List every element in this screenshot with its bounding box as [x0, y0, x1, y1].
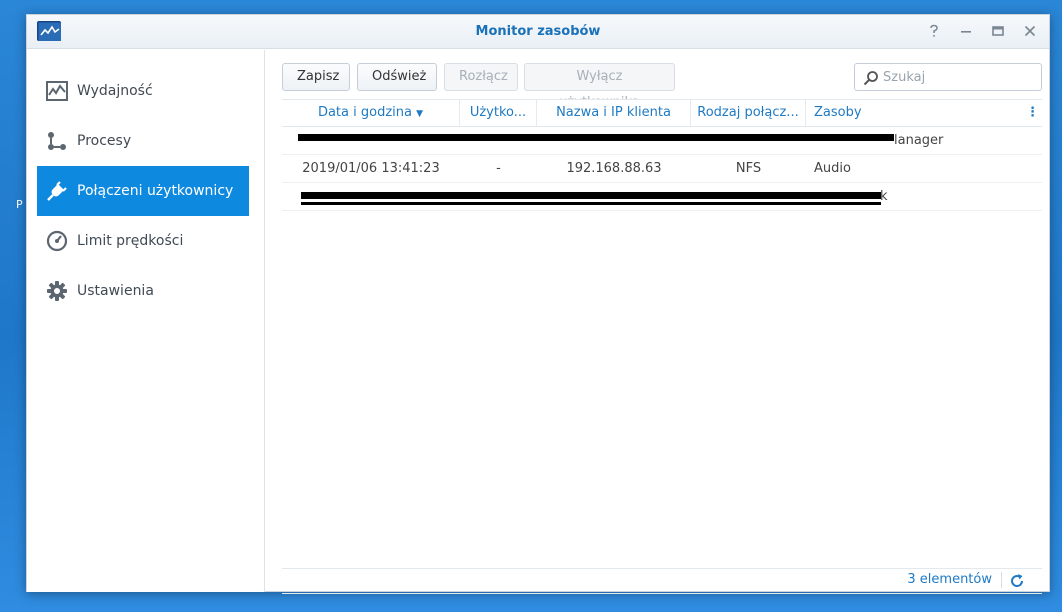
cell-resource: Audio: [814, 161, 851, 176]
sidebar-item-settings[interactable]: Ustawienia: [37, 266, 249, 316]
refresh-icon[interactable]: [1008, 572, 1026, 590]
minimize-icon[interactable]: [957, 22, 975, 40]
table-row[interactable]: 2019/01/06 13:41:23 - 192.168.88.63 NFS …: [282, 155, 1042, 183]
maximize-icon[interactable]: [989, 22, 1007, 40]
refresh-button[interactable]: Odśwież: [357, 63, 437, 91]
table-header: Data i godzina ▼ Użytko... Nazwa i IP kl…: [282, 99, 1042, 127]
search-icon: [863, 70, 879, 86]
sidebar-item-performance[interactable]: Wydajność: [37, 66, 249, 116]
disconnect-button[interactable]: Rozłącz: [444, 63, 518, 91]
footer-separator: [1001, 572, 1002, 588]
redaction-bar: [298, 134, 894, 141]
desktop-label: P: [16, 198, 23, 211]
table-row[interactable]: k: [282, 183, 1042, 211]
window-title: Monitor zasobów: [475, 24, 601, 39]
sidebar: Wydajność Procesy Połączeni użytkownicy …: [27, 50, 265, 592]
cell-client: 192.168.88.63: [566, 161, 662, 176]
sidebar-item-processes[interactable]: Procesy: [37, 116, 249, 166]
plug-icon: [45, 179, 69, 203]
resource-monitor-window: Monitor zasobów Wydajność Procesy Połącz…: [26, 14, 1050, 594]
cell-user: -: [496, 161, 501, 176]
save-button[interactable]: Zapisz: [282, 63, 350, 91]
sidebar-item-label: Limit prędkości: [77, 233, 184, 249]
sidebar-item-label: Ustawienia: [77, 283, 154, 299]
help-icon[interactable]: [925, 22, 943, 40]
footer-bottom-divider: [282, 593, 1042, 594]
speedometer-icon: [45, 229, 69, 253]
redaction-bar: [301, 192, 881, 199]
sort-desc-icon: ▼: [416, 109, 424, 119]
search-input[interactable]: [883, 68, 1035, 86]
sidebar-item-label: Połączeni użytkownicy: [77, 183, 234, 199]
title-bar[interactable]: Monitor zasobów: [27, 15, 1049, 49]
main-panel: Zapisz Odśwież Rozłącz Wyłącz użytkownik…: [282, 50, 1042, 594]
table-row[interactable]: lanager: [282, 127, 1042, 155]
toolbar: Zapisz Odśwież Rozłącz Wyłącz użytkownik…: [282, 63, 1042, 110]
sidebar-item-label: Wydajność: [77, 83, 153, 99]
column-header-date[interactable]: Data i godzina ▼: [282, 100, 460, 126]
performance-chart-icon: [45, 79, 69, 103]
gear-icon: [45, 279, 69, 303]
sidebar-item-connected-users[interactable]: Połączeni użytkownicy: [37, 166, 249, 216]
redaction-bar: [301, 202, 881, 205]
column-header-user[interactable]: Użytko...: [460, 100, 537, 126]
column-header-connection-type[interactable]: Rodzaj połącz...: [691, 100, 806, 126]
column-header-resources[interactable]: Zasoby: [806, 100, 1018, 126]
column-header-label: Data i godzina: [317, 105, 412, 120]
close-icon[interactable]: [1021, 22, 1039, 40]
item-count: 3 elementów: [907, 572, 992, 587]
footer-divider: [282, 568, 1042, 569]
column-menu-icon[interactable]: ⋮: [1026, 105, 1039, 121]
disable-user-button[interactable]: Wyłącz użytkownika: [524, 63, 675, 110]
column-header-client[interactable]: Nazwa i IP klienta: [537, 100, 691, 126]
cell-type: NFS: [735, 161, 762, 176]
process-nodes-icon: [45, 129, 69, 153]
sidebar-item-speed-limit[interactable]: Limit prędkości: [37, 216, 249, 266]
sidebar-item-label: Procesy: [77, 133, 132, 149]
cell-date: 2019/01/06 13:41:23: [302, 161, 440, 176]
search-box[interactable]: [854, 63, 1042, 91]
